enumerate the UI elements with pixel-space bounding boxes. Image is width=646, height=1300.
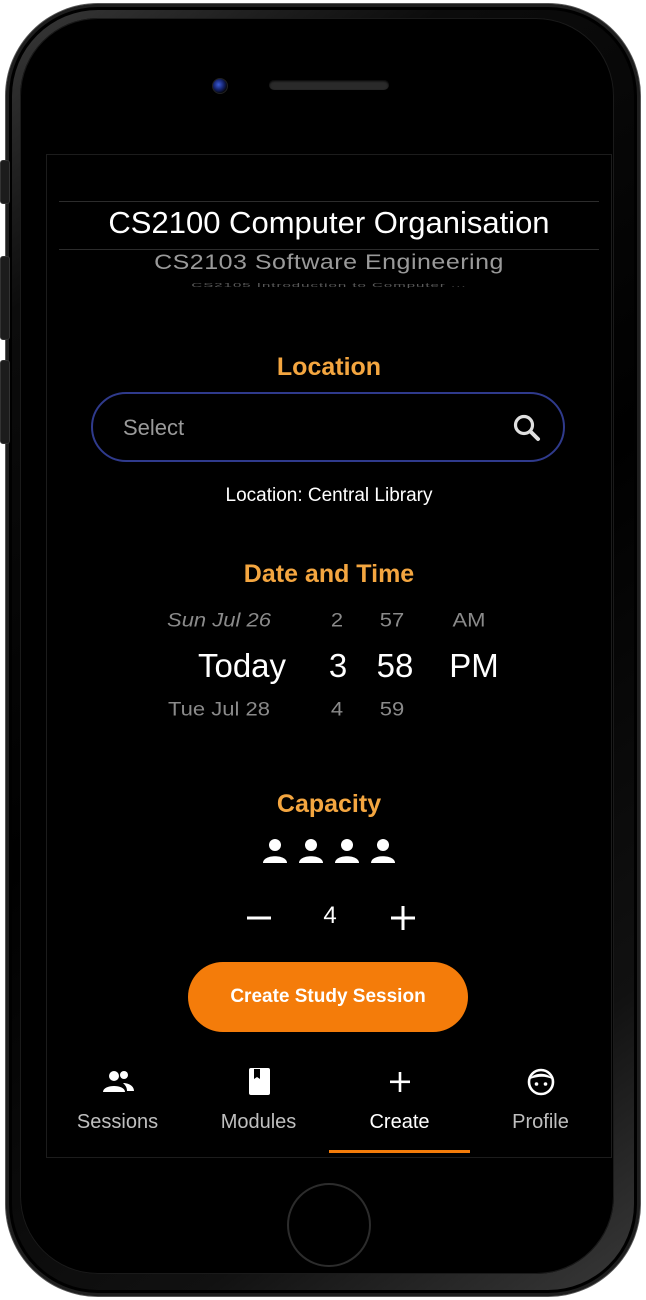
tab-create[interactable]: Create xyxy=(329,1059,470,1157)
tab-profile[interactable]: Profile xyxy=(470,1059,611,1157)
face-icon xyxy=(527,1068,554,1096)
capacity-value: 4 xyxy=(323,902,337,929)
plus-icon xyxy=(389,1072,410,1092)
ampm-option[interactable]: AM xyxy=(439,608,499,631)
active-tab-indicator xyxy=(329,1150,470,1153)
location-title: Location xyxy=(276,353,382,381)
minute-selected[interactable]: 58 xyxy=(365,647,425,685)
hour-option[interactable]: 4 xyxy=(322,697,352,720)
minus-icon xyxy=(247,916,271,920)
earpiece-speaker xyxy=(269,80,389,90)
minute-option[interactable]: 57 xyxy=(367,608,417,631)
date-option[interactable]: Tue Jul 28 xyxy=(139,697,299,720)
module-selected[interactable]: CS2100 Computer Organisation xyxy=(47,205,611,241)
datetime-title: Date and Time xyxy=(243,560,415,588)
book-icon xyxy=(248,1068,270,1095)
tab-sessions[interactable]: Sessions xyxy=(47,1059,188,1157)
date-selected[interactable]: Today xyxy=(167,647,317,685)
front-camera xyxy=(212,78,228,94)
tab-bar: Sessions Modules Create Profile xyxy=(47,1059,611,1157)
tab-label: Sessions xyxy=(76,1111,159,1133)
person-icon xyxy=(335,839,359,863)
person-icon xyxy=(371,839,395,863)
location-search-input[interactable] xyxy=(121,412,505,444)
volume-up-button xyxy=(0,256,10,340)
tab-label: Profile xyxy=(512,1111,569,1133)
plus-icon xyxy=(391,906,415,930)
picker-top-line xyxy=(59,201,599,202)
mute-switch xyxy=(0,160,10,204)
tab-label: Modules xyxy=(220,1111,297,1133)
date-option[interactable]: Sun Jul 26 xyxy=(139,608,299,631)
increase-button[interactable] xyxy=(383,900,423,936)
app-screen: CS2100 Computer Organisation CS2103 Soft… xyxy=(46,154,612,1158)
minute-option[interactable]: 59 xyxy=(367,697,417,720)
home-button[interactable] xyxy=(287,1183,371,1267)
person-icon xyxy=(299,839,323,863)
hour-selected[interactable]: 3 xyxy=(321,647,355,685)
create-study-session-button[interactable]: Create Study Session xyxy=(188,962,468,1032)
tab-label: Create xyxy=(369,1111,430,1133)
search-icon[interactable] xyxy=(511,412,543,444)
people-icon xyxy=(102,1071,134,1092)
ampm-selected[interactable]: PM xyxy=(439,647,509,685)
module-option[interactable]: CS2103 Software Engineering xyxy=(47,250,611,275)
capacity-title: Capacity xyxy=(276,790,382,818)
tab-modules[interactable]: Modules xyxy=(188,1059,329,1157)
capacity-stepper: 4 xyxy=(47,900,611,936)
current-location: Location: Central Library xyxy=(225,485,433,506)
decrease-button[interactable] xyxy=(239,900,279,936)
volume-down-button xyxy=(0,360,10,444)
person-icon xyxy=(263,839,287,863)
hour-option[interactable]: 2 xyxy=(322,608,352,631)
module-option[interactable]: CS2105 Introduction to Computer ... xyxy=(47,283,611,289)
capacity-people xyxy=(47,837,611,865)
location-search[interactable] xyxy=(91,392,565,462)
